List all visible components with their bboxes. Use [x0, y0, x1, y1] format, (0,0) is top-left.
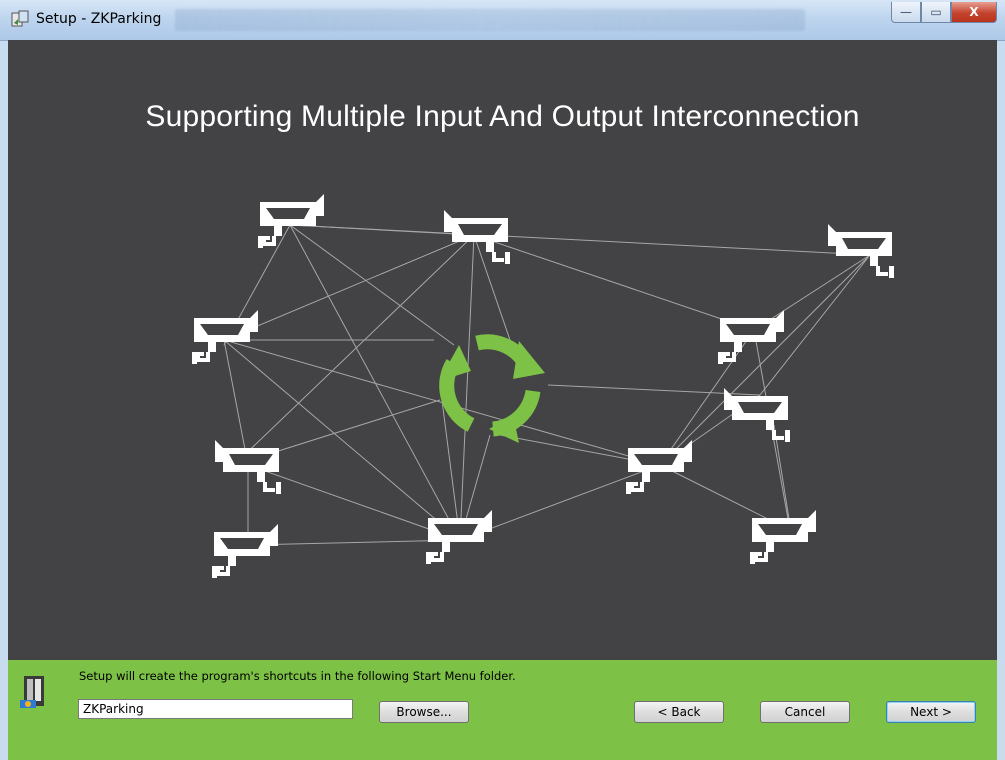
close-icon: X [969, 5, 979, 19]
background-taskbar [175, 9, 805, 31]
maximize-icon: ▭ [930, 5, 942, 19]
camera-9-icon [210, 522, 280, 580]
camera-10-icon [424, 508, 494, 566]
camera-6-icon [722, 386, 792, 444]
back-button[interactable]: < Back [634, 701, 724, 723]
cancel-button[interactable]: Cancel [760, 701, 850, 723]
start-menu-folder-input[interactable] [78, 699, 353, 719]
footer-panel: Setup will create the program's shortcut… [8, 660, 997, 760]
window-controls: — ▭ X [891, 2, 997, 24]
camera-4-icon [190, 308, 260, 366]
browse-button[interactable]: Browse... [379, 701, 469, 723]
camera-8-icon [624, 438, 694, 496]
camera-2-icon [442, 208, 512, 266]
setup-window: Setup - ZKParking — ▭ X Supporting Multi… [0, 0, 1005, 760]
installer-icon [11, 10, 29, 27]
next-button[interactable]: Next > [886, 701, 976, 723]
camera-1-icon [256, 192, 326, 250]
start-menu-message: Setup will create the program's shortcut… [79, 669, 516, 683]
banner-panel: Supporting Multiple Input And Output Int… [8, 40, 997, 660]
window-title: Setup - ZKParking [36, 11, 162, 27]
minimize-icon: — [900, 5, 912, 19]
title-bar[interactable]: Setup - ZKParking — ▭ X [0, 0, 1005, 41]
camera-network-diagram [190, 192, 896, 580]
maximize-button[interactable]: ▭ [921, 2, 951, 23]
camera-11-icon [748, 508, 818, 566]
minimize-button[interactable]: — [891, 2, 921, 23]
start-menu-folder-icon [20, 676, 44, 708]
camera-5-icon [716, 308, 786, 366]
camera-3-icon [826, 222, 896, 280]
close-button[interactable]: X [951, 2, 997, 23]
connection-lines [223, 224, 871, 546]
